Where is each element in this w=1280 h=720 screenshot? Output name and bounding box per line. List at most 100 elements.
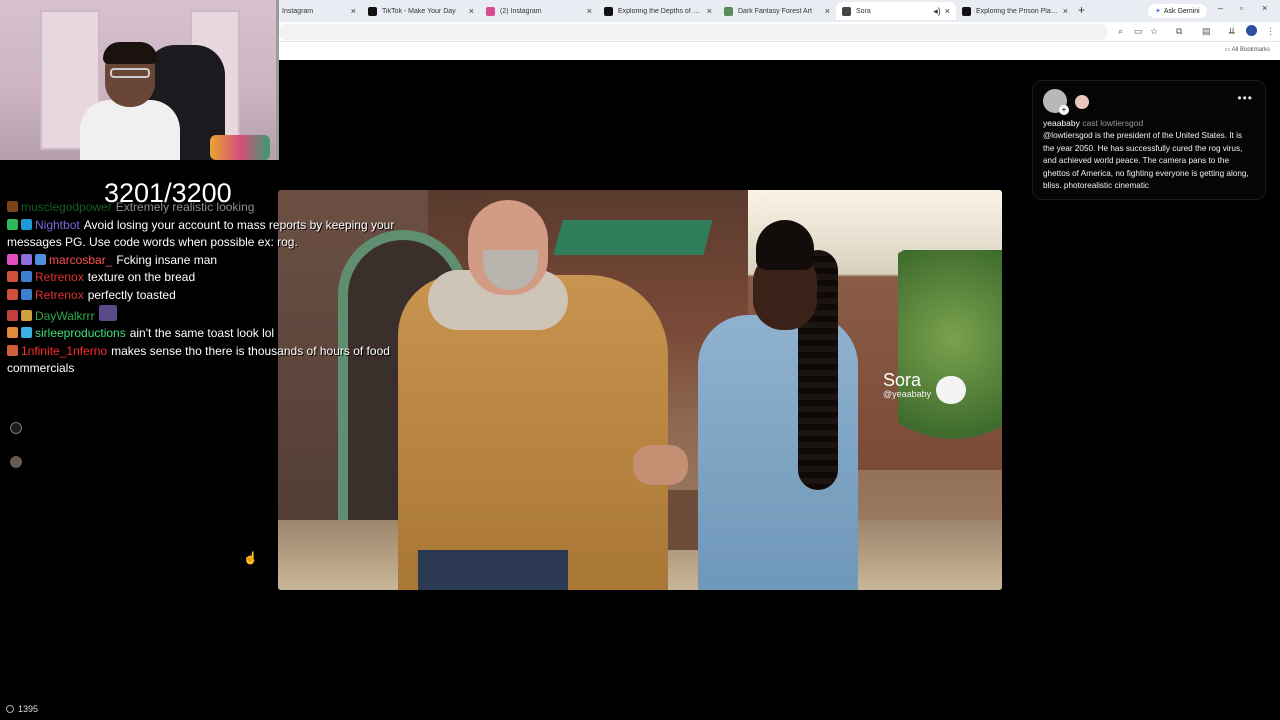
all-bookmarks[interactable]: ▭ All Bookmarks: [1225, 46, 1270, 53]
sora-watermark: Sora @yeaababy: [883, 370, 931, 399]
tiktok-icon: [368, 6, 377, 16]
chat-badge-icon: [7, 253, 18, 265]
close-tab-icon[interactable]: ×: [587, 6, 592, 16]
chat-text: ain't the same toast look lol: [129, 326, 275, 341]
tiktok-icon: [962, 6, 971, 16]
close-tab-icon[interactable]: ×: [469, 6, 474, 16]
post-username[interactable]: yeaababy: [1043, 118, 1080, 128]
post-cast: cast lowtiersgod: [1082, 118, 1144, 128]
chat-message: 1nfinite_1nferno makes sense tho there is…: [7, 343, 417, 378]
ask-gemini-label: Ask Gemini: [1163, 7, 1200, 15]
omnibox[interactable]: [278, 24, 1108, 40]
viewer-count-value: 1395: [18, 704, 39, 714]
hand-cursor-icon: ☝: [243, 551, 258, 565]
close-tab-icon[interactable]: ×: [1063, 6, 1068, 16]
chat-badge-icon: [7, 271, 18, 283]
pillows: [210, 135, 270, 160]
instagram-icon: [486, 6, 495, 16]
chat-username[interactable]: musclegodpower: [21, 200, 112, 214]
browser-tab[interactable]: Exploring the Prison Planet The... ×: [956, 2, 1074, 20]
woman-hair: [756, 220, 814, 270]
chat-badge-icon: [7, 218, 18, 230]
browser-tab[interactable]: Exploring the Depths of Dark F... ×: [598, 2, 718, 20]
more-options-icon[interactable]: •••: [1237, 91, 1253, 105]
chat-badge-icon: [21, 327, 32, 339]
menu-icon[interactable]: ⋮: [1266, 26, 1275, 37]
chat-username[interactable]: Retrenox: [35, 270, 84, 284]
star-icon[interactable]: ☆: [1150, 26, 1158, 37]
sora-logo-icon: [936, 376, 966, 404]
extensions-icon[interactable]: ⧉: [1176, 26, 1182, 37]
chat-message: sirleeproductions ain't the same toast lo…: [7, 325, 417, 343]
sidebar-icon[interactable]: ▤: [1202, 26, 1211, 37]
green-awning: [553, 220, 713, 255]
cast-avatar[interactable]: [1075, 95, 1089, 109]
chat-text: texture on the bread: [87, 270, 196, 285]
chat-badge-icon: [7, 309, 18, 321]
new-tab-icon[interactable]: +: [1078, 3, 1085, 17]
streamer-shirt: [80, 100, 180, 160]
trees: [898, 250, 1002, 470]
handshake: [633, 445, 688, 485]
post-prompt: @lowtiersgod is the president of the Uni…: [1043, 131, 1249, 190]
chat-username[interactable]: marcosbar_: [49, 253, 112, 267]
chat-badge-icon: [21, 271, 32, 283]
minimize-icon[interactable]: –: [1218, 3, 1223, 13]
browser-tab[interactable]: Dark Fantasy Forest Art ×: [718, 2, 836, 20]
browser-tab[interactable]: (2) Instagram ×: [480, 2, 598, 20]
screen: Instagram × TikTok - Make Your Day × (2)…: [0, 0, 1280, 720]
viewer-icon: [6, 705, 14, 713]
chat-username[interactable]: Nightbot: [35, 218, 80, 232]
man-jeans: [418, 550, 568, 590]
follow-plus-icon[interactable]: +: [1059, 105, 1069, 115]
chat-badge-icon: [7, 201, 18, 212]
streamer-hair: [103, 42, 157, 64]
browser-tab[interactable]: TikTok - Make Your Day ×: [362, 2, 480, 20]
close-tab-icon[interactable]: ×: [825, 6, 830, 16]
chat-message: marcosbar_ Fcking insane man: [7, 252, 417, 270]
close-window-icon[interactable]: ×: [1262, 3, 1267, 13]
tab-title: (2) Instagram: [500, 7, 542, 15]
chat-username[interactable]: DayWalkrrr: [35, 309, 95, 323]
tab-title: Dark Fantasy Forest Art: [738, 7, 812, 15]
sora-icon: [842, 6, 851, 16]
emote-icon: [98, 304, 117, 321]
browser-tab-active[interactable]: Sora ◂) ×: [836, 2, 956, 20]
chat-badge-icon: [7, 288, 18, 300]
stream-chat: musclegodpower Extremely realistic lookin…: [7, 199, 417, 378]
sparkle-icon: ✦: [1155, 8, 1161, 15]
tab-title: TikTok - Make Your Day: [382, 7, 456, 15]
close-tab-icon[interactable]: ×: [707, 6, 712, 16]
chat-settings-icon[interactable]: [10, 422, 22, 434]
chat-badge-icon: [35, 253, 46, 265]
chat-message: Nightbot Avoid losing your account to mas…: [7, 217, 417, 252]
chat-username[interactable]: sirleeproductions: [35, 326, 126, 340]
chat-badge-icon: [21, 309, 32, 321]
streamer-glasses: [110, 68, 150, 78]
mute-tab-icon[interactable]: ◂): [933, 6, 941, 17]
sora-watermark-handle: @yeaababy: [883, 389, 932, 399]
chat-badge-icon: [7, 327, 18, 339]
folder-icon: ▭: [1224, 47, 1231, 53]
chat-text: Extremely realistic looking: [115, 200, 255, 214]
chat-username[interactable]: 1nfinite_1nferno: [21, 344, 107, 358]
maximize-icon[interactable]: ▫: [1240, 3, 1243, 13]
download-icon[interactable]: ⇊: [1228, 26, 1236, 37]
chat-text: perfectly toasted: [87, 287, 176, 302]
webcam-feed: [0, 0, 278, 160]
viewer-count: 1395: [6, 704, 38, 714]
chat-message: Retrenox perfectly toasted: [7, 287, 417, 305]
close-tab-icon[interactable]: ×: [351, 6, 356, 16]
tab-title: Instagram: [282, 7, 314, 15]
chat-message: DayWalkrrr: [7, 304, 417, 326]
post-meta: yeaababy cast lowtiersgod: [1043, 118, 1143, 128]
ask-gemini-button[interactable]: ✦ Ask Gemini: [1148, 4, 1207, 18]
author-avatar[interactable]: +: [1043, 89, 1069, 115]
cast-icon[interactable]: ▭: [1134, 26, 1143, 37]
close-tab-icon[interactable]: ×: [945, 6, 950, 16]
profile-avatar[interactable]: [1246, 25, 1257, 36]
zoom-icon[interactable]: ⌕: [1118, 26, 1123, 37]
all-bookmarks-label: All Bookmarks: [1231, 47, 1270, 53]
chat-badge-icon: [7, 344, 18, 356]
chat-username[interactable]: Retrenox: [35, 288, 84, 302]
